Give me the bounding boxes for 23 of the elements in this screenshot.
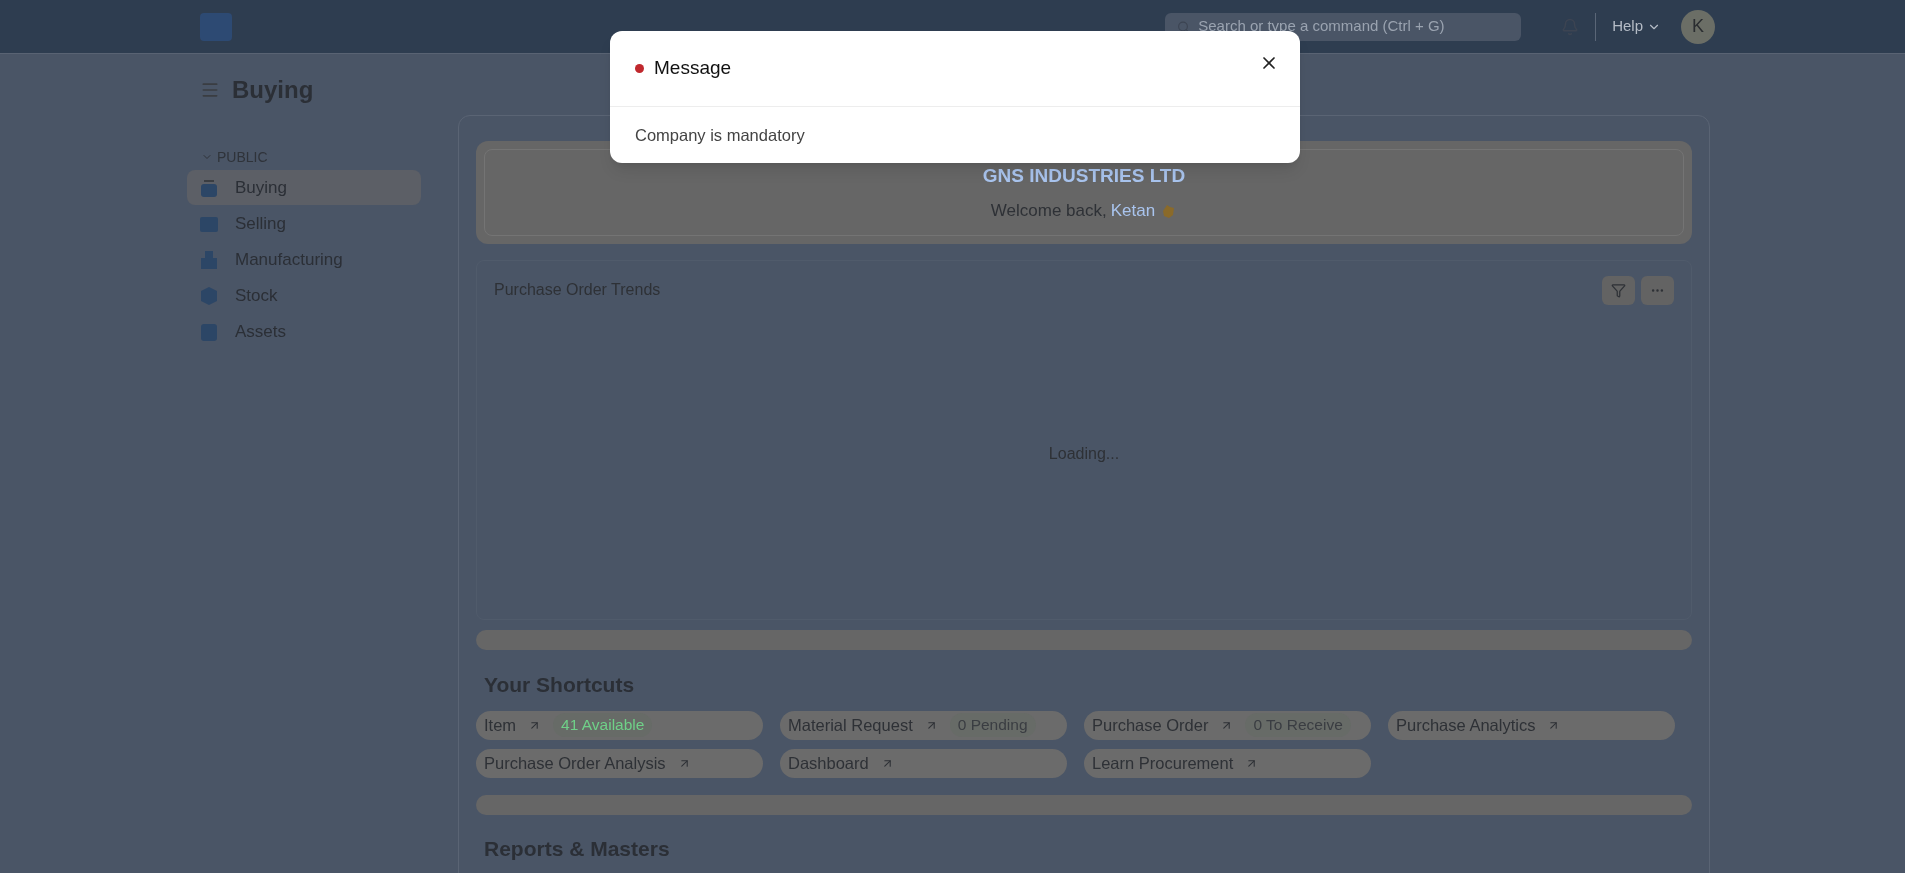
shortcut-pill[interactable]: Purchase Order Analysis [476, 748, 763, 778]
shortcut-pill[interactable]: Purchase Analytics [1388, 710, 1675, 740]
building-icon [199, 249, 219, 270]
dialog-message: Company is mandatory [635, 124, 805, 146]
help-menu[interactable]: Help [1612, 15, 1661, 38]
menu-icon[interactable] [200, 80, 220, 100]
hexagon-icon [199, 285, 219, 306]
company-name: GNS INDUSTRIES LTD [982, 163, 1186, 188]
shortcut-pill[interactable]: Learn Procurement [1084, 748, 1371, 778]
filter-button[interactable] [1602, 276, 1635, 305]
logo-icon [200, 12, 232, 41]
shortcut-pill[interactable]: Dashboard [780, 748, 1067, 778]
search-icon [1177, 19, 1191, 34]
bag-icon [199, 177, 219, 198]
dialog-title: Message [654, 56, 732, 81]
greeting-text: Welcome back, [990, 200, 1107, 222]
avatar[interactable]: K [1681, 9, 1715, 44]
box-icon [199, 321, 219, 342]
count-badge: 41 Available [553, 713, 653, 737]
more-button[interactable] [1641, 276, 1674, 305]
filter-icon [1611, 283, 1626, 298]
shortcut-pill[interactable]: Item 41 Available [476, 710, 763, 740]
user-link[interactable]: Ketan [1110, 198, 1156, 224]
